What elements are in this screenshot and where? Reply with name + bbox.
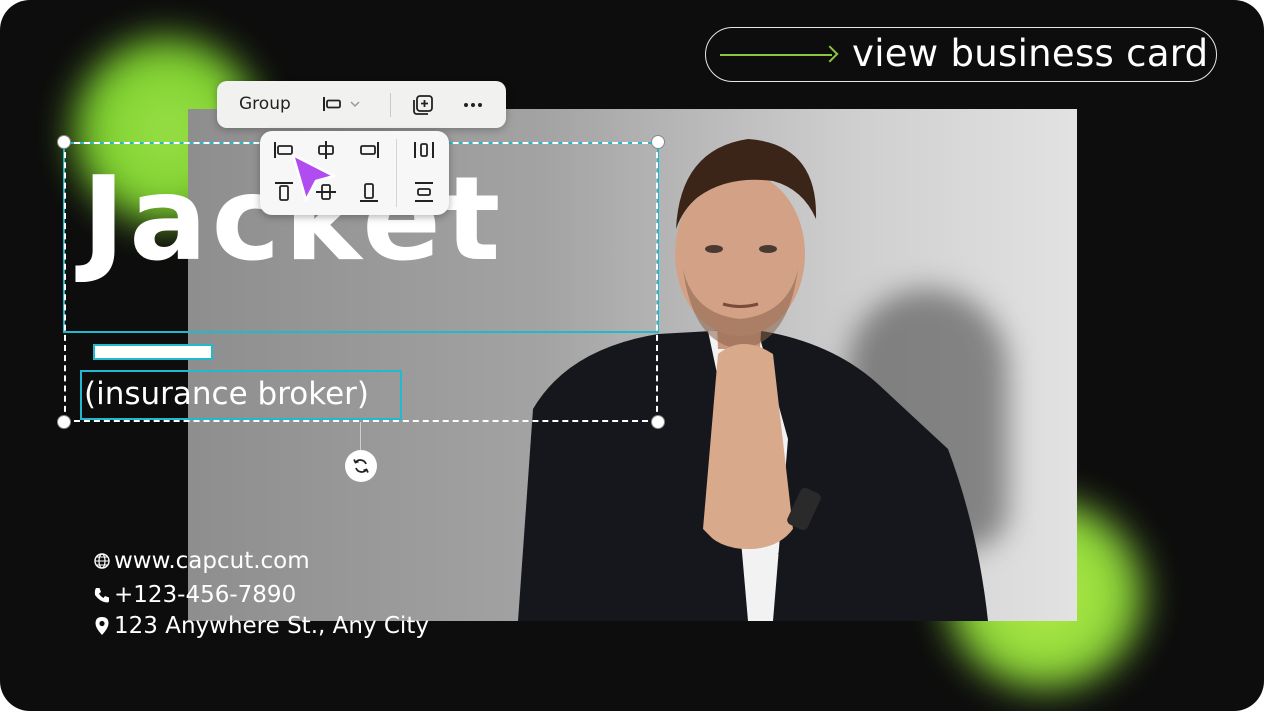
chevron-down-icon <box>350 101 360 108</box>
view-business-card-button[interactable]: view business card <box>705 27 1217 82</box>
align-left-icon <box>323 97 341 111</box>
arrow-head-icon <box>821 45 839 63</box>
address-text[interactable]: 123 Anywhere St., Any City <box>114 613 429 639</box>
distribute-horizontal-option[interactable] <box>410 136 438 164</box>
popup-divider <box>396 139 397 207</box>
group-button[interactable]: Group <box>239 94 291 114</box>
resize-handle-top-left[interactable] <box>57 135 71 149</box>
align-right-option[interactable] <box>355 136 383 164</box>
align-bottom-option[interactable] <box>355 178 383 206</box>
arrow-right-icon <box>720 54 832 56</box>
toolbar-divider <box>390 93 391 117</box>
rotate-icon <box>353 459 369 473</box>
resize-handle-bottom-right[interactable] <box>651 415 665 429</box>
contact-website: www.capcut.com <box>92 548 310 574</box>
location-pin-icon <box>92 616 112 636</box>
distribute-vertical-icon <box>415 182 433 202</box>
align-options-popup <box>260 131 449 215</box>
distribute-vertical-option[interactable] <box>410 178 438 206</box>
distribute-horizontal-icon <box>414 142 434 158</box>
canvas-frame: view business card Jacket (insurance bro… <box>0 0 1264 711</box>
align-bottom-icon <box>360 183 378 202</box>
contact-address: 123 Anywhere St., Any City <box>92 613 429 639</box>
phone-icon <box>92 585 112 605</box>
duplicate-icon[interactable] <box>411 93 435 117</box>
more-options-icon[interactable] <box>461 93 485 117</box>
align-dropdown-button[interactable] <box>321 93 367 115</box>
website-text[interactable]: www.capcut.com <box>114 548 310 574</box>
mouse-pointer-icon <box>291 153 336 202</box>
resize-handle-top-right[interactable] <box>651 135 665 149</box>
globe-icon <box>92 551 112 571</box>
rotate-handle[interactable] <box>345 450 377 482</box>
phone-text[interactable]: +123-456-7890 <box>114 582 296 608</box>
view-business-card-label: view business card <box>852 32 1209 75</box>
align-right-icon <box>360 142 379 158</box>
resize-handle-bottom-left[interactable] <box>57 415 71 429</box>
contact-phone: +123-456-7890 <box>92 582 296 608</box>
floating-toolbar: Group <box>217 81 506 128</box>
